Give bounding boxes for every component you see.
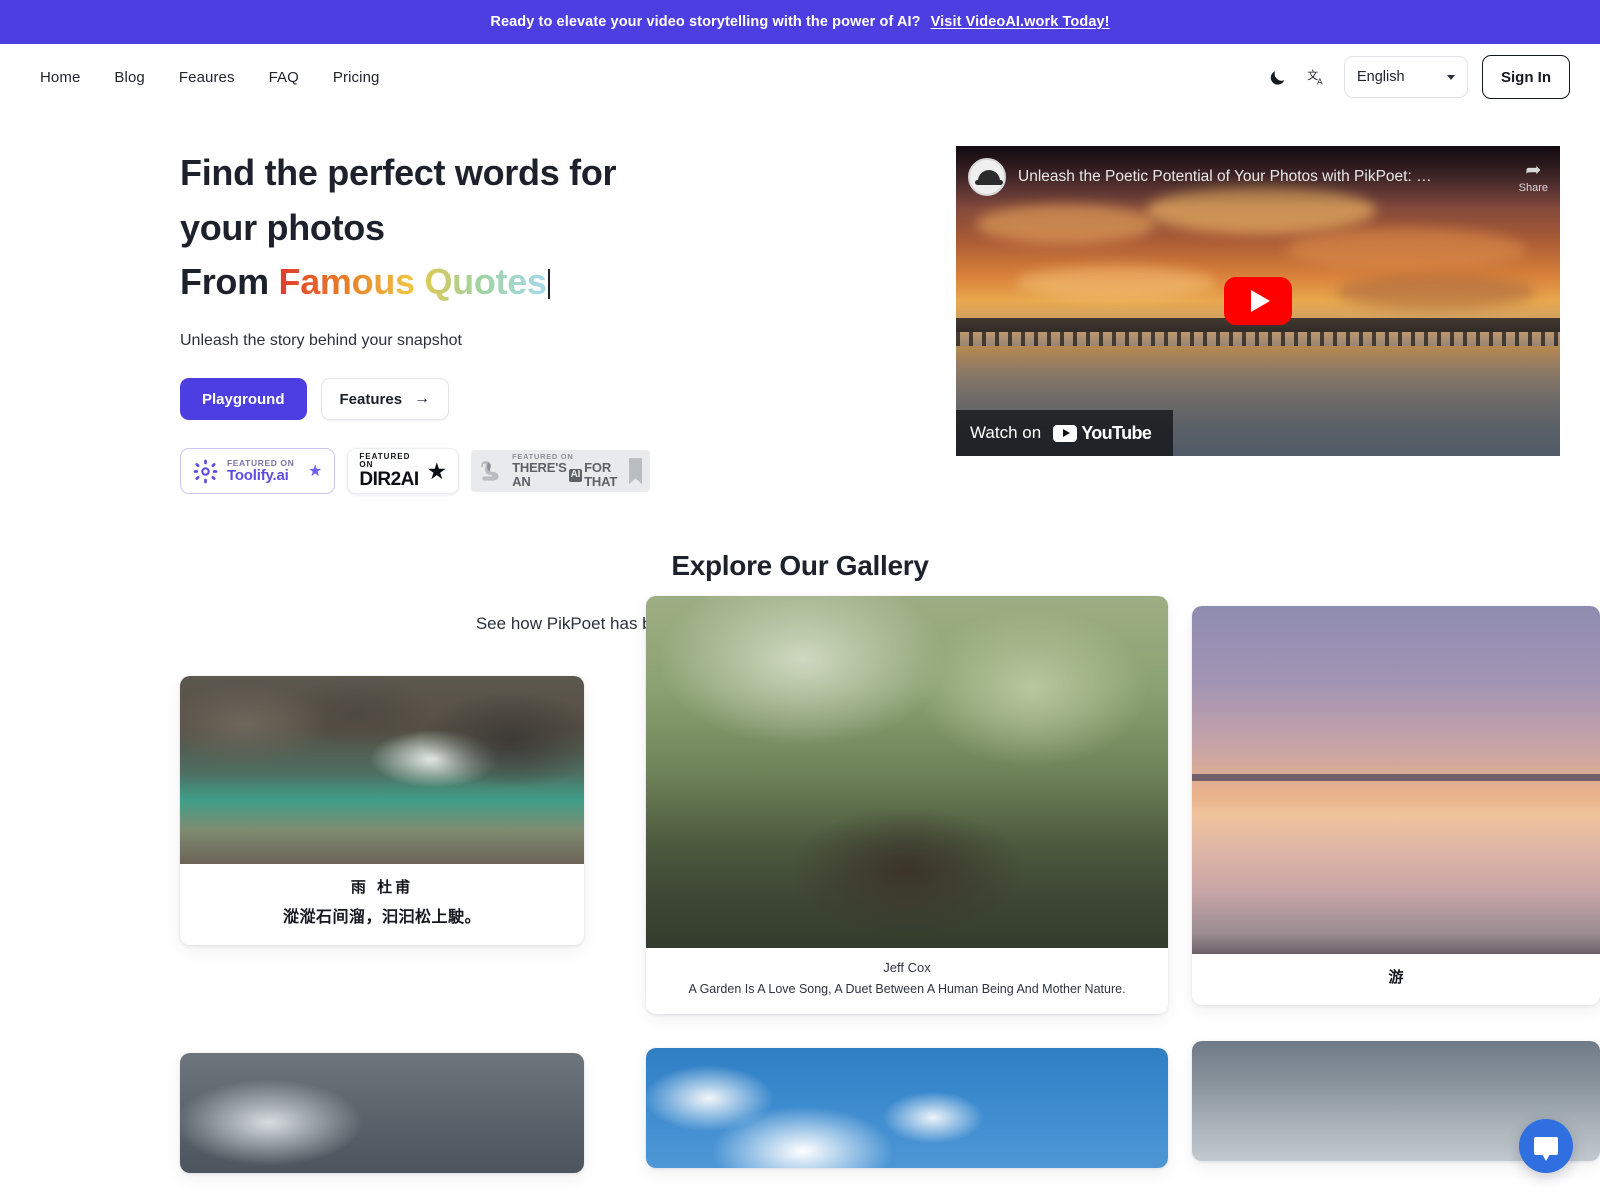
badge-dir2ai[interactable]: FEATURED ON DIR2AI ★ (347, 448, 460, 495)
youtube-video-embed[interactable]: Unleash the Poetic Potential of Your Pho… (956, 146, 1560, 456)
river-waterfall-photo (180, 676, 584, 865)
gallery-card[interactable]: 游 (1192, 606, 1600, 1006)
chevron-down-icon (1447, 74, 1455, 80)
translate-icon[interactable]: 文 A (1304, 64, 1330, 90)
playground-button[interactable]: Playground (180, 378, 307, 421)
toolify-text: FEATURED ON Toolify.ai (227, 458, 299, 484)
nav-item-pricing[interactable]: Pricing (333, 69, 380, 86)
taft-ai-chip: AI (568, 468, 583, 482)
caption-quote: A Garden Is A Love Song, A Duet Between … (688, 982, 1126, 997)
share-arrow-icon: ➦ (1525, 159, 1542, 181)
header-actions: 文 A English Sign In (1264, 55, 1570, 99)
caption-author: Jeff Cox (883, 960, 931, 976)
hero-heading-prefix: From (180, 261, 279, 303)
nav-item-blog[interactable]: Blog (114, 69, 144, 86)
youtube-play-icon[interactable] (1224, 277, 1292, 325)
hero-subtitle: Unleash the story behind your snapshot (180, 332, 462, 350)
gallery-card[interactable] (180, 1053, 584, 1174)
gallery-card[interactable]: Jeff Cox A Garden Is A Love Song, A Duet… (646, 596, 1168, 1015)
gallery-column-3: 游 (1168, 606, 1600, 1162)
storm-clouds-photo (180, 1053, 584, 1174)
watch-on-label: Watch on (970, 423, 1042, 442)
language-select[interactable]: English (1344, 56, 1468, 98)
flag-icon (629, 458, 642, 485)
features-button[interactable]: Features → (320, 378, 450, 421)
gallery-column-1: 雨 杜甫 漎漎石间溜，汩汩松上駛。 (0, 676, 584, 1174)
video-title[interactable]: Unleash the Poetic Potential of Your Pho… (1018, 168, 1432, 186)
site-header: Home Blog Feaures FAQ Pricing 文 A Englis… (0, 44, 1600, 110)
chat-bubble-icon (1534, 1137, 1558, 1161)
mossy-pavilion-forest-photo (646, 596, 1168, 949)
gallery-card[interactable] (646, 1048, 1168, 1169)
gallery-title: Explore Our Gallery (671, 550, 929, 582)
taft-text: FEATURED ON THERE'S AN AI FOR THAT (512, 452, 622, 489)
promo-banner: Ready to elevate your video storytelling… (0, 0, 1600, 44)
taft-name-part2: FOR THAT (584, 460, 618, 490)
sunset-pier-seascape-photo (1192, 606, 1600, 955)
badge-toolify[interactable]: FEATURED ON Toolify.ai ★ (180, 448, 336, 495)
hero-heading-line-2: From Famous Quotes (180, 255, 650, 310)
dir2ai-text: FEATURED ON DIR2AI (359, 451, 420, 490)
nav-item-home[interactable]: Home (40, 69, 80, 86)
features-button-label: Features (339, 390, 403, 408)
youtube-logo: YouTube (1053, 422, 1152, 444)
gallery-column-2: Jeff Cox A Garden Is A Love Song, A Duet… (584, 596, 1168, 1169)
caption-body: 漎漎石间溜，汩汩松上駛。 (282, 907, 481, 927)
nav-item-faq[interactable]: FAQ (269, 69, 299, 86)
hero-section: Find the perfect words for your photos F… (0, 110, 1600, 495)
hero-cta-group: Playground Features → (180, 378, 650, 421)
hero-copy: Find the perfect words for your photos F… (40, 146, 650, 495)
arrow-right-icon: → (414, 390, 431, 408)
share-label: Share (1518, 181, 1548, 194)
typing-caret (547, 269, 551, 300)
share-button[interactable]: ➦ Share (1519, 161, 1548, 194)
taft-name-part1: THERE'S AN (512, 460, 567, 490)
sign-in-button[interactable]: Sign In (1482, 55, 1570, 99)
gallery-card-caption: 雨 杜甫 漎漎石间溜，汩汩松上駛。 (180, 864, 584, 945)
channel-avatar-icon (968, 158, 1006, 196)
caption-title: 游 (1388, 968, 1404, 987)
hero-heading-gradient-text: Famous Quotes (278, 261, 547, 303)
video-top-bar: Unleash the Poetic Potential of Your Pho… (956, 146, 1560, 208)
taft-name: THERE'S AN AI FOR THAT (512, 461, 622, 489)
moon-icon[interactable] (1264, 64, 1290, 90)
toolify-gear-icon (193, 459, 218, 484)
chat-widget-button[interactable] (1519, 1119, 1573, 1173)
caption-title: 雨 杜甫 (350, 878, 414, 897)
badge-theres-an-ai-for-that[interactable]: FEATURED ON THERE'S AN AI FOR THAT (471, 450, 650, 493)
dir2ai-featured-label: FEATURED ON (359, 451, 411, 470)
language-select-value: English (1357, 69, 1405, 85)
hero-heading: Find the perfect words for your photos F… (180, 146, 650, 310)
hero-heading-line-1: Find the perfect words for your photos (180, 152, 617, 248)
main-navigation: Home Blog Feaures FAQ Pricing (40, 69, 379, 86)
toolify-name: Toolify.ai (227, 466, 289, 484)
star-icon: ★ (426, 457, 448, 484)
youtube-wordmark: YouTube (1081, 422, 1152, 443)
blue-sky-clouds-photo (646, 1048, 1168, 1169)
star-icon: ★ (308, 463, 323, 481)
gallery-card-caption: 游 (1192, 954, 1600, 1005)
promo-text: Ready to elevate your video storytelling… (490, 14, 921, 30)
watch-on-youtube-button[interactable]: Watch on YouTube (956, 410, 1174, 456)
promo-cta-link[interactable]: Visit VideoAI.work Today! (931, 14, 1110, 30)
nav-item-features[interactable]: Feaures (179, 69, 235, 86)
gallery-card[interactable]: 雨 杜甫 漎漎石间溜，汩汩松上駛。 (180, 676, 584, 946)
dir2ai-name: DIR2AI (359, 468, 419, 490)
svg-text:A: A (1317, 77, 1323, 87)
gallery-grid: 雨 杜甫 漎漎石间溜，汩汩松上駛。 Jeff Cox A Garden Is A… (0, 596, 1600, 1174)
flexed-arm-icon (479, 458, 505, 484)
featured-badges: FEATURED ON Toolify.ai ★ FEATURED ON DIR… (180, 448, 650, 495)
gallery-card-caption: Jeff Cox A Garden Is A Love Song, A Duet… (646, 948, 1168, 1014)
